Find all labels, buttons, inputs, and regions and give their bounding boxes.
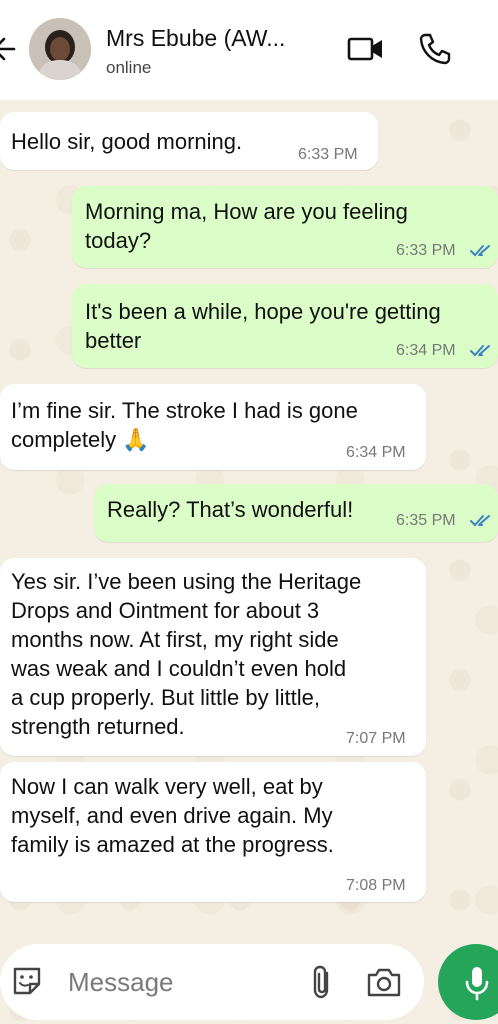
message-time: 7:07 PM	[346, 730, 406, 747]
message-bubble-incoming[interactable]: Yes sir. I’ve been using the Heritage Dr…	[0, 558, 426, 756]
message-time: 6:33 PM	[396, 242, 456, 259]
back-arrow-icon[interactable]	[0, 34, 16, 64]
message-bubble-outgoing[interactable]: It's been a while, hope you're getting b…	[72, 284, 498, 368]
contact-status: online	[106, 58, 152, 77]
message-bubble-outgoing[interactable]: Really? That’s wonderful! 6:35 PM	[94, 484, 498, 542]
message-bubble-outgoing[interactable]: Morning ma, How are you feeling today? 6…	[72, 186, 498, 268]
message-text: It's been a while, hope you're getting b…	[85, 299, 441, 353]
message-bubble-incoming[interactable]: I’m fine sir. The stroke I had is gone c…	[0, 384, 426, 470]
message-bubble-incoming[interactable]: Now I can walk very well, eat by myself,…	[0, 762, 426, 902]
message-time: 6:34 PM	[396, 342, 456, 359]
double-check-icon	[470, 515, 490, 527]
avatar[interactable]	[29, 18, 91, 80]
message-time: 7:08 PM	[346, 877, 406, 894]
message-text: Morning ma, How are you feeling today?	[85, 199, 408, 253]
attach-icon[interactable]	[308, 964, 336, 1000]
phone-icon[interactable]	[418, 32, 452, 66]
message-text: Really? That’s wonderful!	[107, 497, 354, 522]
contact-name[interactable]: Mrs Ebube (AW...	[106, 25, 285, 52]
message-input[interactable]	[68, 964, 288, 1000]
message-time: 6:34 PM	[346, 444, 406, 461]
message-time: 6:33 PM	[298, 146, 358, 163]
chat-header: Mrs Ebube (AW... online	[0, 0, 498, 100]
message-composer	[0, 944, 424, 1020]
message-text: Yes sir. I’ve been using the Heritage Dr…	[11, 569, 362, 739]
video-call-icon[interactable]	[347, 34, 385, 64]
message-text: Hello sir, good morning.	[11, 129, 243, 154]
double-check-icon	[470, 345, 490, 357]
message-bubble-incoming[interactable]: Hello sir, good morning. 6:33 PM	[0, 112, 378, 170]
message-text: I’m fine sir. The stroke I had is gone c…	[11, 398, 358, 452]
mic-icon	[465, 967, 489, 1001]
camera-icon[interactable]	[366, 966, 402, 998]
message-time: 6:35 PM	[396, 512, 456, 529]
message-text: Now I can walk very well, eat by myself,…	[11, 774, 334, 857]
double-check-icon	[470, 245, 490, 257]
avatar-photo	[29, 18, 91, 80]
sticker-icon[interactable]	[10, 964, 44, 998]
